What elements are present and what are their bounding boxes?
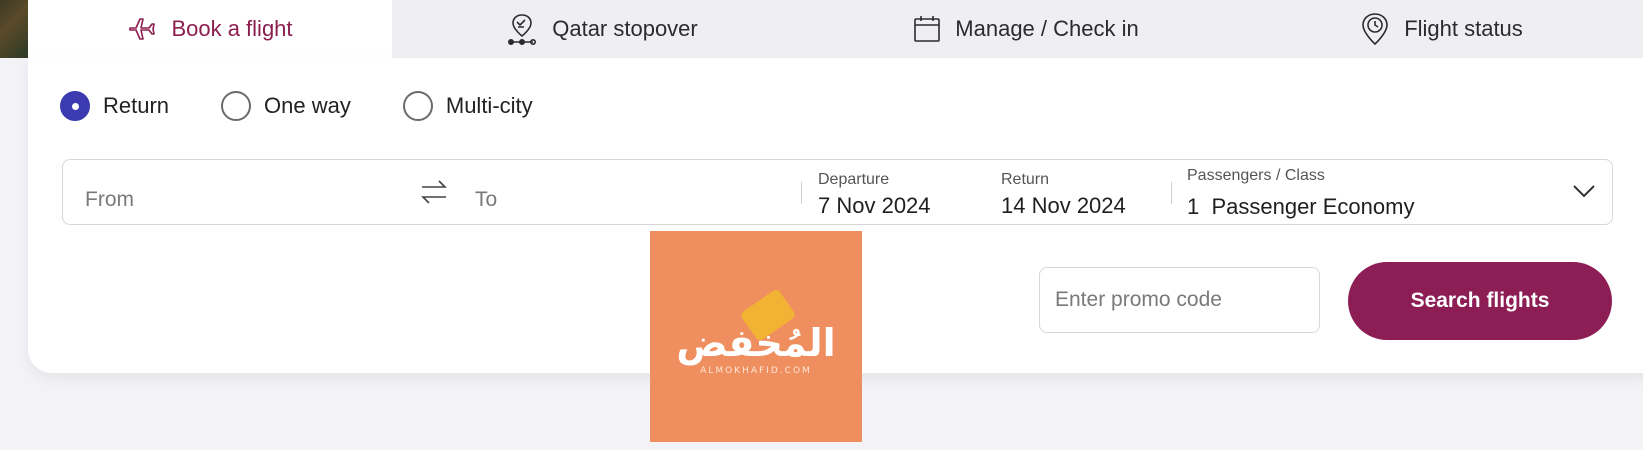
tab-manage-check-in[interactable]: Manage / Check in xyxy=(812,0,1240,58)
airplane-icon xyxy=(127,14,157,44)
radio-one-way[interactable]: One way xyxy=(221,91,351,121)
radio-return[interactable]: Return xyxy=(60,91,169,121)
tab-qatar-stopover[interactable]: Qatar stopover xyxy=(392,0,812,58)
radio-label: One way xyxy=(264,93,351,118)
radio-label: Return xyxy=(103,93,170,118)
flight-search-box: From To Departure 7 Nov 2024 Return 14 N… xyxy=(62,159,1613,225)
to-field[interactable]: To xyxy=(475,188,497,212)
watermark-latin-text: ALMOKHAFID.COM xyxy=(700,365,812,376)
tab-label: Book a flight xyxy=(171,16,293,41)
tab-label: Manage / Check in xyxy=(955,16,1139,41)
chevron-down-icon[interactable] xyxy=(1572,182,1596,205)
passengers-label: Passengers / Class xyxy=(1187,167,1325,184)
watermark-logo: المُخفض ALMOKHAFID.COM xyxy=(650,231,862,442)
tab-label: Qatar stopover xyxy=(552,16,698,41)
passengers-value[interactable]: 1 Passenger Economy xyxy=(1187,194,1414,220)
trip-type-group: Return One way Multi-city xyxy=(60,91,585,121)
swap-icon[interactable] xyxy=(419,177,449,212)
tab-label: Flight status xyxy=(1404,16,1523,41)
departure-label: Departure xyxy=(818,171,890,188)
return-date[interactable]: 14 Nov 2024 xyxy=(1001,193,1126,219)
search-flights-button[interactable]: Search flights xyxy=(1348,262,1612,340)
return-label: Return xyxy=(1001,171,1050,188)
radio-circle-checked xyxy=(60,91,90,121)
clock-pin-icon xyxy=(1360,12,1390,46)
departure-date[interactable]: 7 Nov 2024 xyxy=(818,193,931,219)
promo-code-input[interactable] xyxy=(1039,267,1320,333)
booking-tabs: Book a flight Qatar stopover Manage / Ch… xyxy=(28,0,1643,58)
map-pin-route-icon xyxy=(506,12,538,46)
radio-multi-city[interactable]: Multi-city xyxy=(402,91,533,121)
tab-book-a-flight[interactable]: Book a flight xyxy=(28,0,392,58)
radio-circle xyxy=(402,91,433,121)
background-photo xyxy=(0,0,28,58)
divider xyxy=(801,182,802,204)
from-field[interactable]: From xyxy=(85,188,134,212)
radio-label: Multi-city xyxy=(445,93,533,118)
tab-flight-status[interactable]: Flight status xyxy=(1240,0,1643,58)
calendar-icon xyxy=(913,15,941,43)
radio-circle xyxy=(221,91,252,121)
divider xyxy=(1171,182,1172,204)
